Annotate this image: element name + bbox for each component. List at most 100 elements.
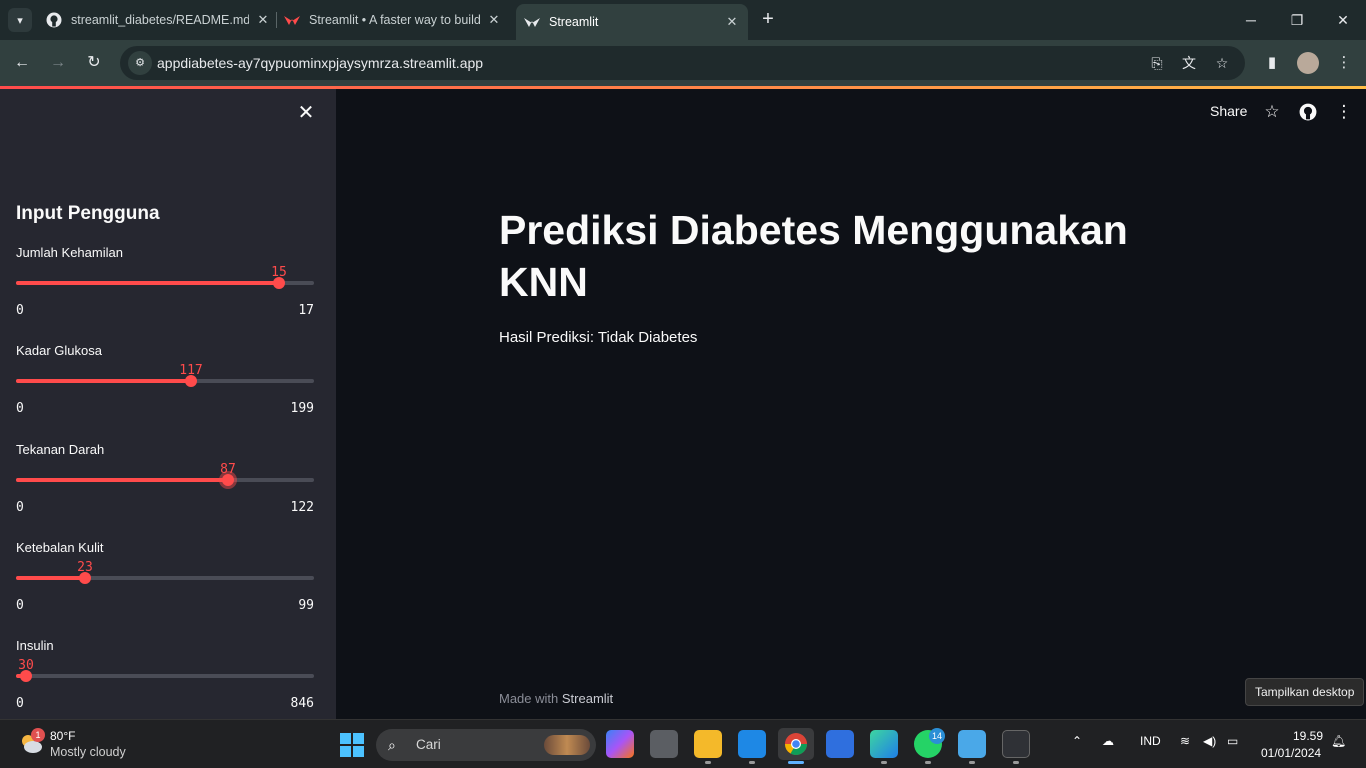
notepad-indicator [969, 761, 975, 764]
vscode-icon[interactable] [738, 730, 766, 758]
star-icon[interactable]: ☆ [1262, 102, 1282, 122]
weather-badge: 1 [31, 728, 45, 742]
slider-track[interactable] [16, 674, 314, 678]
side-panel-icon[interactable]: ▮ [1261, 52, 1283, 74]
tab-separator [276, 12, 277, 28]
show-desktop-tooltip: Tampilkan desktop [1245, 678, 1365, 706]
slider-thumb[interactable] [20, 670, 32, 682]
onedrive-icon[interactable]: ☁ [1102, 734, 1114, 748]
tab-streamlit-app[interactable]: Streamlit ✕ [516, 4, 748, 40]
slider-thumb[interactable] [273, 277, 285, 289]
slider-tekanan-darah[interactable]: Tekanan Darah 87 0 122 [16, 442, 314, 522]
profile-avatar[interactable] [1297, 52, 1319, 74]
slider-label: Insulin [16, 638, 54, 653]
slider-max: 846 [290, 696, 314, 711]
windows-start-icon[interactable] [340, 733, 364, 757]
browser-menu-icon[interactable]: ⋮ [1333, 52, 1355, 74]
search-placeholder: Cari [416, 737, 441, 752]
github-icon [46, 12, 62, 28]
slider-min: 0 [16, 401, 24, 416]
browser-toolbar: ← → ↻ ⚙ appdiabetes-ay7qypuominxpjaysymr… [0, 40, 1366, 86]
main-menu-icon[interactable]: ⋮ [1334, 102, 1354, 122]
slider-fill [16, 576, 85, 580]
clock-date[interactable]: 01/01/2024 [1261, 746, 1321, 760]
file-explorer-icon[interactable] [694, 730, 722, 758]
clock-time[interactable]: 19.59 [1293, 729, 1323, 743]
weather-condition[interactable]: Mostly cloudy [50, 745, 126, 759]
language-indicator[interactable]: IND [1140, 734, 1161, 748]
show-hidden-icons-icon[interactable]: ⌃ [1072, 734, 1082, 748]
slider-kadar-glukosa[interactable]: Kadar Glukosa 117 0 199 [16, 343, 314, 423]
search-highlight-image [544, 735, 590, 755]
tab-title: Streamlit • A faster way to build [309, 13, 480, 27]
slider-ketebalan-kulit[interactable]: Ketebalan Kulit 23 0 99 [16, 540, 314, 620]
site-settings-icon[interactable]: ⚙ [128, 51, 152, 75]
close-sidebar-icon[interactable]: ✕ [296, 103, 316, 123]
edge-indicator [881, 761, 887, 764]
footer-prefix: Made with [499, 691, 562, 706]
tab-search-icon[interactable]: ▾ [8, 8, 32, 32]
slider-fill [16, 281, 279, 285]
volume-icon[interactable]: ◀) [1203, 734, 1216, 748]
minimize-icon[interactable]: ─ [1241, 10, 1261, 30]
edge-icon[interactable] [870, 730, 898, 758]
bookmark-star-icon[interactable]: ☆ [1212, 54, 1232, 72]
new-tab-icon[interactable]: + [758, 9, 778, 30]
page-title: Prediksi Diabetes Menggunakan KNN [499, 207, 1128, 305]
copilot-icon[interactable] [606, 730, 634, 758]
tab-github-readme[interactable]: streamlit_diabetes/README.md ✕ [46, 6, 271, 34]
slider-thumb[interactable] [222, 474, 234, 486]
slider-min: 0 [16, 598, 24, 613]
slider-fill [16, 478, 228, 482]
sidebar-header: Input Pengguna [16, 203, 160, 224]
slider-label: Tekanan Darah [16, 442, 105, 457]
close-tab-icon[interactable]: ✕ [486, 12, 502, 28]
footer-streamlit-link[interactable]: Streamlit [562, 691, 613, 706]
wifi-icon[interactable]: ≋ [1180, 734, 1190, 748]
slider-jumlah-kehamilan[interactable]: Jumlah Kehamilan 15 0 17 [16, 245, 314, 325]
install-app-icon[interactable]: ⎘ [1147, 54, 1167, 72]
translate-icon[interactable]: 文 [1179, 54, 1199, 72]
slider-min: 0 [16, 303, 24, 318]
windows-taskbar: 1 80°F Mostly cloudy ⌕ Cari 14 ⌃ ☁ IND ≋… [0, 719, 1366, 768]
whatsapp-badge: 14 [929, 728, 945, 744]
footer: Made with Streamlit [499, 691, 613, 706]
slider-thumb[interactable] [79, 572, 91, 584]
chrome-indicator [788, 761, 804, 764]
terminal-icon[interactable] [1002, 730, 1030, 758]
slider-max: 199 [290, 401, 314, 416]
url-text[interactable]: appdiabetes-ay7qypuominxpjaysymrza.strea… [157, 55, 483, 71]
address-bar[interactable]: ⚙ appdiabetes-ay7qypuominxpjaysymrza.str… [120, 46, 1245, 80]
close-tab-icon[interactable]: ✕ [724, 14, 740, 30]
microsoft-store-icon[interactable] [826, 730, 854, 758]
back-icon[interactable]: ← [11, 52, 33, 74]
streamlit-icon [284, 12, 300, 28]
slider-label: Jumlah Kehamilan [16, 245, 123, 260]
share-button[interactable]: Share [1210, 103, 1247, 119]
restore-icon[interactable]: ❐ [1287, 10, 1307, 30]
forward-icon[interactable]: → [47, 52, 69, 74]
slider-fill [16, 379, 191, 383]
slider-thumb[interactable] [185, 375, 197, 387]
vscode-indicator [749, 761, 755, 764]
file-explorer-indicator [705, 761, 711, 764]
reload-icon[interactable]: ↻ [83, 52, 105, 74]
taskbar-search[interactable]: ⌕ Cari [376, 729, 596, 761]
battery-icon[interactable]: ▭ [1227, 734, 1238, 748]
streamlit-icon [524, 14, 540, 30]
github-icon[interactable] [1298, 102, 1318, 122]
notification-bell-icon[interactable]: 🔔︎ [1331, 734, 1346, 748]
weather-temperature[interactable]: 80°F [50, 729, 75, 743]
slider-label: Ketebalan Kulit [16, 540, 104, 555]
chrome-icon[interactable] [778, 728, 814, 760]
prediction-result: Hasil Prediksi: Tidak Diabetes [499, 329, 698, 346]
close-window-icon[interactable]: ✕ [1333, 10, 1353, 30]
slider-insulin[interactable]: Insulin 30 0 846 [16, 638, 314, 718]
task-view-icon[interactable] [650, 730, 678, 758]
slider-max: 99 [298, 598, 314, 613]
tab-streamlit-home[interactable]: Streamlit • A faster way to build ✕ [284, 6, 502, 34]
tab-title: streamlit_diabetes/README.md [71, 13, 249, 27]
close-tab-icon[interactable]: ✕ [255, 12, 271, 28]
search-icon: ⌕ [388, 737, 396, 753]
notepad-icon[interactable] [958, 730, 986, 758]
